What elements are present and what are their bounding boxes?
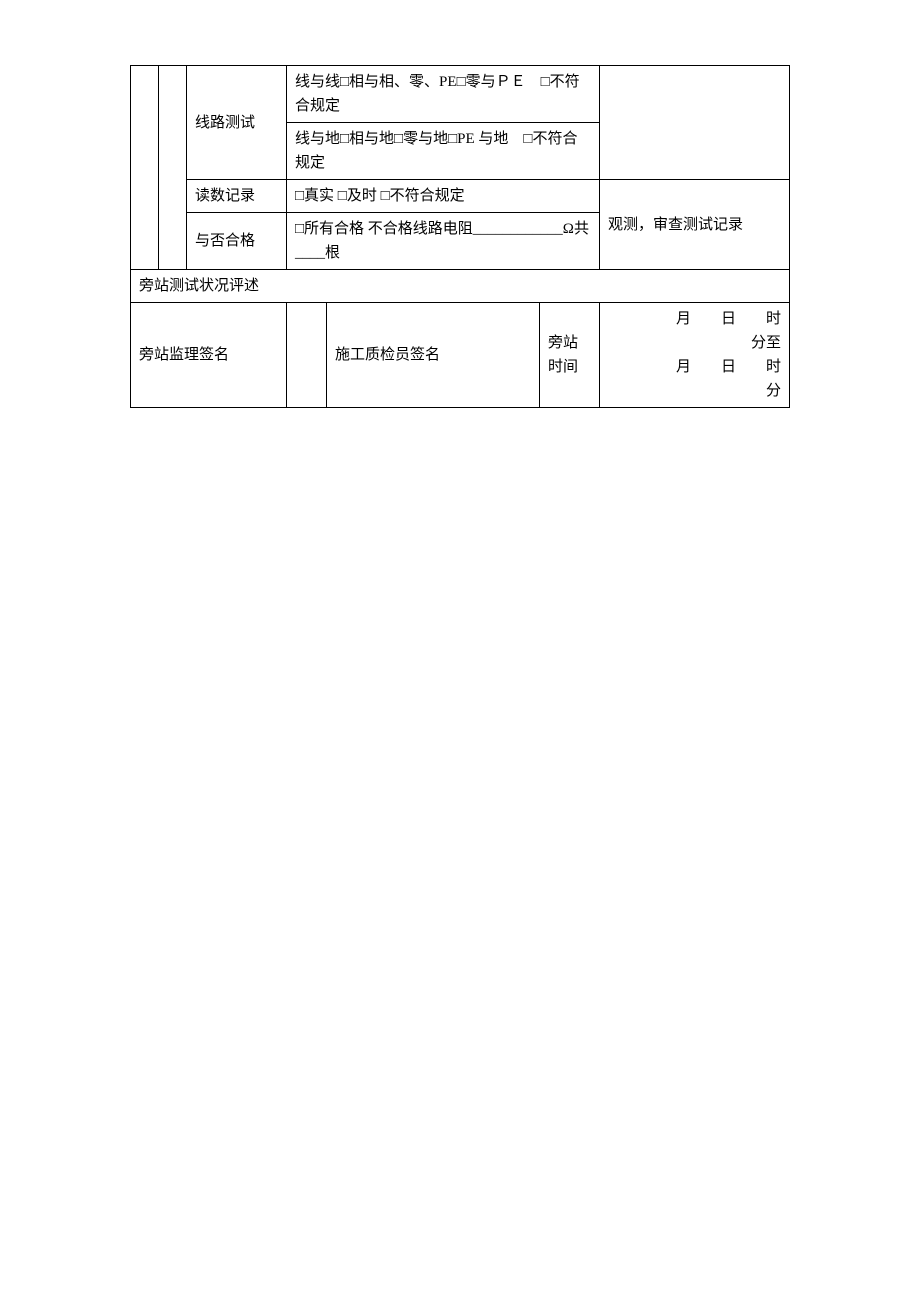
table-row: 线路测试 线与线□相与相、零、PE□零与ＰＥ □不符合规定 [131,66,790,123]
row-content: □真实 □及时 □不符合规定 [287,180,600,213]
table-row: 旁站测试状况评述 [131,270,790,303]
signature-cell: 旁站监理签名 [131,303,287,408]
blank-cell [131,66,159,270]
inspection-form-table: 线路测试 线与线□相与相、零、PE□零与ＰＥ □不符合规定 线与地□相与地□零与… [130,65,790,408]
row-label: 旁站测试状况评述 [131,270,790,303]
row-content: 观测，审查测试记录 [600,180,790,270]
time-value-cell: 月 日 时 分至 月 日 时 分 [600,303,790,408]
row-label: 与否合格 [187,213,287,270]
row-content: 线与线□相与相、零、PE□零与ＰＥ □不符合规定 [287,66,600,123]
time-label-bottom: 时间 [548,359,578,375]
time-label-cell: 旁站 时间 [540,303,600,408]
row-label: 读数记录 [187,180,287,213]
table-row: 读数记录 □真实 □及时 □不符合规定 观测，审查测试记录 [131,180,790,213]
signature-cell: 施工质检员签名 [327,303,540,408]
row-content: 线与地□相与地□零与地□PE 与地 □不符合规定 [287,123,600,180]
time-line-1: 月 日 时 分至 [646,311,811,351]
time-label-top: 旁站 [548,335,578,351]
blank-cell [600,66,790,180]
time-line-2: 月 日 时 分 [631,359,826,399]
blank-cell [159,66,187,270]
table-row: 旁站监理签名 施工质检员签名 旁站 时间 月 日 时 分至 月 日 时 分 [131,303,790,408]
blank-cell [287,303,327,408]
row-content: □所有合格 不合格线路电阻____________Ω共____根 [287,213,600,270]
row-label: 线路测试 [187,66,287,180]
